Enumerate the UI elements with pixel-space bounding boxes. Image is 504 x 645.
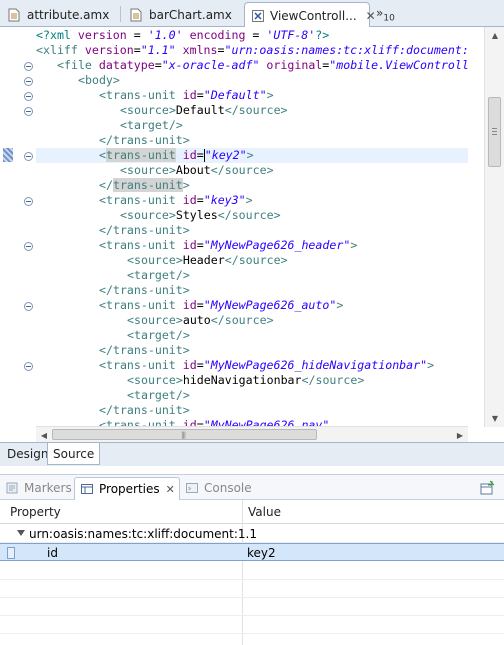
code-line: </trans-unit> [99, 133, 190, 147]
code-line: <trans-unit id="key3"> [99, 193, 253, 207]
expand-arrow-icon[interactable] [17, 530, 25, 536]
table-row-empty [0, 598, 504, 616]
scroll-up-icon[interactable]: ▲ [485, 27, 504, 43]
editor-tab-attribute[interactable]: attribute.amx [0, 2, 120, 27]
overflow-count: 10 [383, 13, 395, 24]
tab-label: Properties [99, 482, 160, 496]
panel-tab-bar: Markers Properties ✕ Console [0, 474, 504, 500]
tab-properties[interactable]: Properties ✕ [74, 477, 180, 500]
xliff-file-icon [251, 8, 265, 24]
scroll-down-icon[interactable]: ▼ [485, 410, 504, 426]
property-name: id [47, 546, 58, 560]
code-line: <trans-unit id="MyNewPage626_header"> [99, 238, 358, 252]
amx-file-icon [6, 7, 22, 23]
tab-label: Markers [24, 481, 72, 495]
code-line: <trans-unit id="Default"> [99, 88, 274, 102]
code-line: <source>Header</source> [127, 253, 288, 267]
code-line: <source>hideNavigationbar</source> [127, 373, 365, 387]
tabs-overflow-button[interactable]: »10 [376, 6, 395, 23]
grip-line [492, 134, 497, 135]
vertical-scrollbar[interactable]: ▲ ▼ [484, 27, 504, 427]
code-line: <body> [78, 73, 120, 87]
fold-icon[interactable] [24, 152, 33, 161]
tab-label: Console [204, 481, 252, 495]
editor-tab-bar: attribute.amx barChart.amx ViewControll.… [0, 0, 504, 28]
code-line: <target/> [127, 328, 190, 342]
fold-icon[interactable] [24, 92, 33, 101]
row-marker-icon [7, 547, 15, 559]
code-line: <trans-unit id="MyNewPage626_auto"> [99, 298, 344, 312]
code-line: </trans-unit> [99, 403, 190, 417]
code-line: <xliff version="1.1" xmlns="urn:oasis:na… [36, 43, 469, 57]
table-row-empty [0, 616, 504, 634]
code-line: <source>Styles</source> [120, 208, 281, 222]
table-row-empty [0, 580, 504, 598]
source-editor[interactable]: <?xml version = '1.0' encoding = 'UTF-8'… [0, 27, 504, 427]
fold-icon[interactable] [24, 107, 33, 116]
fold-icon[interactable] [24, 242, 33, 251]
view-menu-button[interactable] [496, 479, 504, 497]
code-line: </trans-unit> [99, 283, 190, 297]
fold-icon[interactable] [24, 362, 33, 371]
code-line: <file datatype="x-oracle-adf" original="… [57, 58, 469, 72]
occurrence-marker-icon [3, 148, 13, 162]
scroll-left-icon[interactable]: ◀ [36, 427, 52, 443]
amx-file-icon [128, 7, 144, 23]
editor-tab-barchart[interactable]: barChart.amx [122, 2, 242, 27]
grip-line [492, 131, 497, 132]
pin-view-button[interactable] [478, 479, 496, 497]
code-line: <target/> [120, 118, 183, 132]
code-line: <source>auto</source> [127, 313, 274, 327]
table-header: Property Value [0, 500, 504, 524]
new-view-icon [480, 480, 495, 495]
properties-table: Property Value urn:oasis:names:tc:xliff:… [0, 500, 504, 645]
editor-tab-label: ViewControll... [270, 8, 357, 23]
grip-line [492, 128, 497, 129]
editor-tab-label: attribute.amx [27, 7, 110, 22]
editor-tab-viewcontroller[interactable]: ViewControll... ✕ [244, 2, 376, 28]
markers-icon [4, 480, 20, 496]
table-row[interactable]: id key2 [0, 543, 504, 561]
scrollbar-thumb[interactable] [488, 97, 501, 167]
close-icon[interactable]: ✕ [166, 483, 175, 496]
fold-icon[interactable] [24, 77, 33, 86]
tab-source[interactable]: Source [47, 443, 101, 465]
code-line: <target/> [127, 268, 190, 282]
fold-icon[interactable] [24, 197, 33, 206]
code-line: </trans-unit> [99, 223, 190, 237]
code-line: <source>Default</source> [120, 103, 288, 117]
code-line: <?xml version = '1.0' encoding = 'UTF-8'… [36, 28, 330, 42]
tab-console[interactable]: Console [180, 478, 252, 498]
fold-icon[interactable] [24, 62, 33, 71]
column-header-property[interactable]: Property [2, 500, 61, 524]
tab-markers[interactable]: Markers [0, 478, 72, 498]
property-value[interactable]: key2 [247, 544, 276, 562]
fold-icon[interactable] [24, 302, 33, 311]
scrollbar-thumb[interactable]: ||| [52, 429, 317, 440]
scroll-right-icon[interactable]: ▶ [452, 427, 468, 443]
table-row-empty [0, 562, 504, 580]
editor-tab-label: barChart.amx [149, 7, 232, 22]
tab-design[interactable]: Design [2, 443, 53, 465]
table-row-group[interactable]: urn:oasis:names:tc:xliff:document:1.1 [0, 525, 504, 543]
close-icon[interactable]: ✕ [366, 9, 376, 23]
column-header-value[interactable]: Value [240, 500, 281, 524]
code-line-current: <trans-unit id="key2"> [99, 148, 254, 162]
code-line: <source>About</source> [120, 163, 274, 177]
code-line: <target/> [127, 388, 190, 402]
code-line: </trans-unit> [99, 343, 190, 357]
properties-icon [79, 481, 95, 497]
tab-divider [120, 6, 121, 22]
console-icon [184, 480, 200, 496]
editor-view-tabs: Design Source [0, 442, 504, 466]
code-line: </trans-unit> [99, 178, 190, 192]
grip-icon: ||| [181, 431, 186, 439]
code-line: <trans-unit id="MyNewPage626_hideNavigat… [99, 358, 435, 372]
horizontal-scrollbar[interactable]: ◀ ||| ▶ [36, 426, 468, 442]
group-label: urn:oasis:names:tc:xliff:document:1.1 [29, 527, 257, 541]
